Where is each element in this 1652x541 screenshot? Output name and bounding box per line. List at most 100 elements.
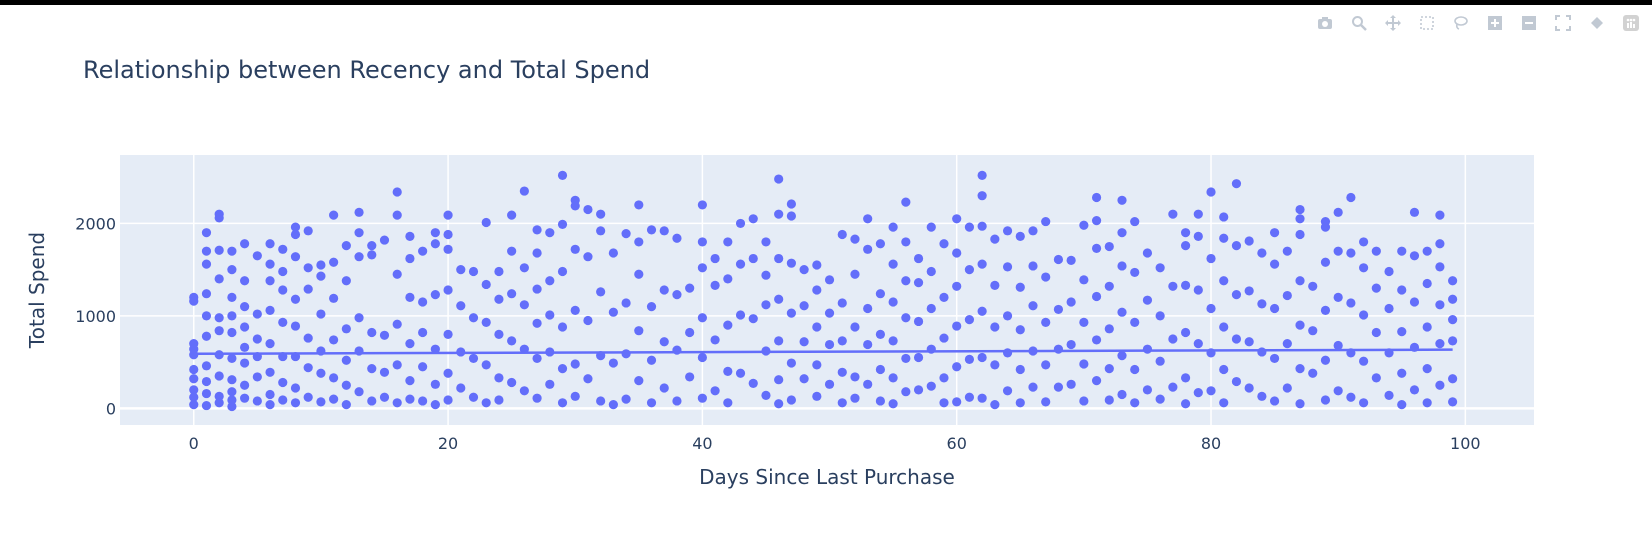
data-point (240, 239, 250, 249)
data-point (748, 214, 758, 224)
data-point (672, 290, 682, 300)
data-point (214, 213, 224, 223)
data-point (596, 396, 606, 406)
data-point (824, 379, 835, 389)
data-point (1257, 248, 1267, 258)
data-point (1066, 297, 1076, 307)
data-point (1091, 192, 1102, 203)
data-point (786, 358, 796, 368)
data-point (1448, 294, 1458, 304)
data-point (468, 392, 479, 402)
data-point (214, 245, 224, 255)
data-point (1028, 301, 1038, 311)
data-point (392, 360, 402, 370)
data-point (227, 265, 237, 275)
data-point (1409, 297, 1420, 307)
data-point (812, 360, 822, 370)
data-point (1231, 241, 1242, 251)
data-point (227, 375, 237, 385)
data-point (303, 333, 313, 343)
data-point (926, 266, 936, 277)
data-point (1206, 386, 1216, 396)
data-point (290, 383, 301, 393)
data-point (405, 339, 415, 349)
data-point (1091, 335, 1102, 345)
x-tick-label: 100 (1450, 434, 1481, 453)
data-point (329, 293, 339, 303)
data-point (189, 364, 199, 375)
data-point (596, 226, 606, 236)
data-point (278, 244, 288, 254)
data-point (634, 269, 644, 279)
data-point (354, 207, 364, 217)
data-point (621, 228, 631, 239)
data-point (939, 333, 949, 343)
data-point (341, 324, 351, 334)
data-point (418, 297, 428, 307)
data-point (875, 239, 886, 249)
data-point (659, 383, 669, 393)
data-point (608, 400, 618, 410)
data-point (1397, 246, 1407, 256)
data-point (1206, 187, 1216, 197)
data-point (1117, 389, 1127, 400)
data-point (252, 372, 262, 382)
data-point (252, 251, 262, 261)
data-point (1041, 216, 1051, 227)
data-point (519, 186, 529, 196)
data-point (837, 367, 847, 377)
data-point (392, 269, 402, 279)
data-point (875, 329, 886, 339)
data-point (290, 294, 301, 304)
data-point (888, 297, 898, 307)
data-point (634, 326, 644, 336)
data-point (1435, 239, 1445, 249)
data-point (481, 217, 491, 228)
data-point (1142, 295, 1153, 305)
data-point (329, 257, 339, 267)
data-point (201, 246, 212, 256)
data-point (710, 253, 720, 264)
data-point (1371, 246, 1381, 256)
data-point (1180, 373, 1191, 383)
data-point (570, 201, 580, 211)
data-point (265, 276, 275, 286)
data-point (837, 298, 847, 308)
data-point (837, 336, 847, 346)
data-point (964, 222, 975, 232)
data-point (1359, 263, 1369, 273)
data-point (201, 361, 212, 371)
data-point (443, 210, 453, 220)
data-point (748, 253, 758, 264)
data-point (1130, 216, 1140, 227)
data-point (379, 392, 390, 402)
data-point (1180, 280, 1191, 290)
data-point (278, 377, 288, 388)
data-point (1079, 359, 1089, 369)
data-point (596, 209, 606, 219)
data-point (952, 397, 962, 407)
data-point (952, 362, 962, 372)
data-point (1231, 179, 1242, 189)
data-point (201, 259, 212, 269)
data-point (468, 266, 479, 277)
data-point (557, 266, 568, 277)
data-point (1117, 307, 1127, 317)
data-point (1168, 382, 1178, 392)
data-point (812, 260, 822, 270)
data-point (468, 353, 479, 364)
data-point (303, 363, 313, 373)
data-point (430, 290, 440, 300)
data-point (1219, 276, 1229, 286)
data-point (303, 392, 313, 402)
data-point (926, 381, 936, 391)
data-point (685, 283, 695, 293)
data-point (1295, 204, 1305, 215)
data-point (1104, 363, 1114, 374)
data-point (189, 400, 199, 410)
data-point (1091, 376, 1102, 386)
data-point (1117, 228, 1127, 238)
data-point (1422, 278, 1432, 289)
data-point (1448, 276, 1458, 286)
y-axis-title: Total Spend (25, 232, 49, 349)
